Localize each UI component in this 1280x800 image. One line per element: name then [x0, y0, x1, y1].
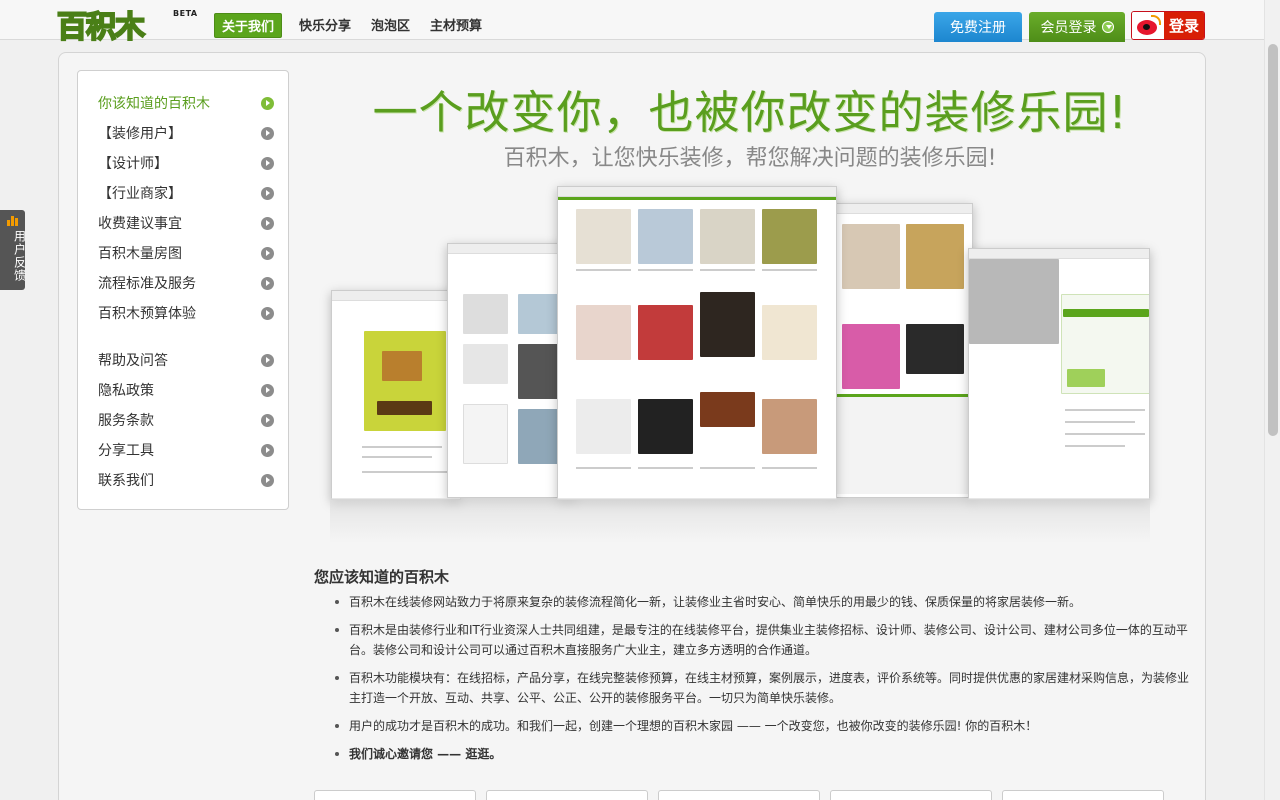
sidebar-item-label: 百积木量房图 — [98, 246, 182, 262]
nav-item-about[interactable]: 关于我们 — [214, 13, 283, 38]
bottom-card[interactable] — [1002, 790, 1164, 800]
sidebar-item-label: 帮助及问答 — [98, 353, 168, 369]
top-bar: 百积木 BETA 关于我们 快乐分享 泡泡区 主材预算 免费注册 会员登录 登录 — [0, 0, 1280, 46]
sidebar-item-about-baijimu[interactable]: 你该知道的百积木 — [98, 91, 274, 115]
bottom-card[interactable] — [486, 790, 648, 800]
about-section-title: 您应该知道的百积木 — [314, 568, 450, 586]
list-item: 百积木在线装修网站致力于将原来复杂的装修流程简化一新，让装修业主省时安心、简单快… — [332, 592, 1194, 612]
screenshot-card — [968, 248, 1150, 500]
chevron-right-icon — [261, 126, 274, 140]
sidebar: 你该知道的百积木 【装修用户】 【设计师】 【行业商家】 收费建议事宜 百积木量… — [77, 70, 289, 510]
chevron-right-icon — [261, 353, 274, 367]
screenshot-card — [331, 290, 461, 500]
sidebar-item-help[interactable]: 帮助及问答 — [98, 348, 274, 372]
chevron-right-icon — [261, 96, 274, 110]
sidebar-item-contact[interactable]: 联系我们 — [98, 468, 274, 492]
bottom-card[interactable] — [658, 790, 820, 800]
list-item: 用户的成功才是百积木的成功。和我们一起，创建一个理想的百积木家园 —— 一个改变… — [332, 716, 1194, 736]
chevron-right-icon — [261, 443, 274, 457]
sidebar-item-decor-users[interactable]: 【装修用户】 — [98, 121, 274, 145]
invitation-text: 我们诚心邀请您 —— 逛逛。 — [332, 744, 1194, 764]
bottom-cards-row — [314, 790, 1164, 800]
sidebar-item-privacy[interactable]: 隐私政策 — [98, 378, 274, 402]
sidebar-item-label: 服务条款 — [98, 413, 154, 429]
chevron-right-icon — [261, 383, 274, 397]
site-logo[interactable]: 百积木 BETA — [56, 5, 198, 46]
member-login-label: 会员登录 — [1040, 20, 1097, 36]
weibo-login-label: 登录 — [1164, 12, 1204, 39]
list-item: 百积木是由装修行业和IT行业资深人士共同组建，是最专注的在线装修平台，提供集业主… — [332, 620, 1194, 660]
sidebar-item-budget-demo[interactable]: 百积木预算体验 — [98, 301, 274, 325]
chevron-right-icon — [261, 276, 274, 290]
list-item: 百积木功能模块有：在线招标，产品分享，在线完整装修预算，在线主材预算，案例展示，… — [332, 668, 1194, 708]
nav-item-budget[interactable]: 主材预算 — [421, 13, 491, 38]
chevron-right-icon — [261, 216, 274, 230]
feedback-tab[interactable]: 用户反馈 — [0, 210, 27, 290]
sidebar-item-label: 【装修用户】 — [98, 126, 182, 142]
bottom-card[interactable] — [314, 790, 476, 800]
sidebar-item-label: 百积木预算体验 — [98, 306, 196, 322]
weibo-login-button[interactable]: 登录 — [1131, 11, 1205, 40]
chevron-right-icon — [261, 306, 274, 320]
screenshot-card — [557, 186, 837, 500]
bar-chart-icon — [6, 214, 19, 226]
sidebar-item-label: 【行业商家】 — [98, 186, 182, 202]
weibo-icon — [1132, 12, 1164, 39]
register-button[interactable]: 免费注册 — [934, 12, 1022, 42]
hero-subtitle: 百积木，让您快乐装修，帮您解决问题的装修乐园! — [503, 146, 997, 171]
member-login-button[interactable]: 会员登录 — [1029, 12, 1125, 42]
nav-item-bubble[interactable]: 泡泡区 — [362, 13, 419, 38]
screenshot-card — [833, 203, 973, 498]
bottom-card[interactable] — [830, 790, 992, 800]
hero-title: 一个改变你，也被你改变的装修乐园! — [372, 86, 1128, 139]
page-scrollbar[interactable] — [1264, 0, 1280, 800]
sidebar-item-process[interactable]: 流程标准及服务 — [98, 271, 274, 295]
sidebar-item-label: 【设计师】 — [98, 156, 168, 172]
chevron-down-icon — [1101, 21, 1114, 33]
sidebar-item-label: 流程标准及服务 — [98, 276, 196, 292]
sidebar-item-fees[interactable]: 收费建议事宜 — [98, 211, 274, 235]
sidebar-item-designers[interactable]: 【设计师】 — [98, 151, 274, 175]
chevron-right-icon — [261, 246, 274, 260]
main-nav: 关于我们 快乐分享 泡泡区 主材预算 — [214, 13, 493, 38]
chevron-right-icon — [261, 413, 274, 427]
sidebar-item-label: 你该知道的百积木 — [98, 96, 210, 112]
feedback-label: 用户反馈 — [12, 230, 27, 282]
chevron-right-icon — [261, 473, 274, 487]
about-list: 百积木在线装修网站致力于将原来复杂的装修流程简化一新，让装修业主省时安心、简单快… — [332, 592, 1194, 772]
chevron-right-icon — [261, 156, 274, 170]
sidebar-item-label: 收费建议事宜 — [98, 216, 182, 232]
sidebar-item-terms[interactable]: 服务条款 — [98, 408, 274, 432]
nav-item-share[interactable]: 快乐分享 — [290, 13, 360, 38]
sidebar-item-merchants[interactable]: 【行业商家】 — [98, 181, 274, 205]
sidebar-item-share-tools[interactable]: 分享工具 — [98, 438, 274, 462]
chevron-right-icon — [261, 186, 274, 200]
scrollbar-thumb[interactable] — [1268, 44, 1278, 436]
sidebar-item-label: 分享工具 — [98, 443, 154, 459]
collage-reflection — [330, 498, 1150, 543]
logo-beta-badge: BETA — [173, 9, 198, 18]
logo-text: 百积木 — [56, 9, 146, 46]
sidebar-item-label: 联系我们 — [98, 473, 154, 489]
sidebar-item-floorplan[interactable]: 百积木量房图 — [98, 241, 274, 265]
sidebar-item-label: 隐私政策 — [98, 383, 154, 399]
